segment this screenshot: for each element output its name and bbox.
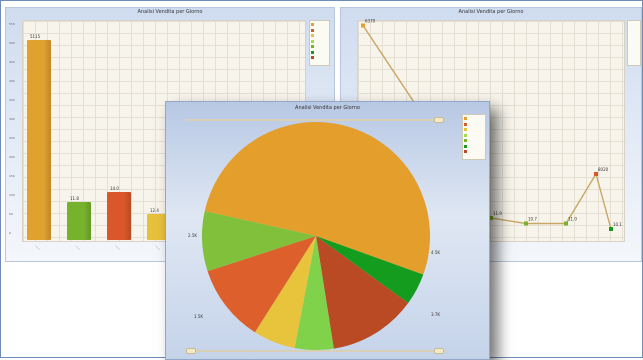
x-tick-label: —— bbox=[114, 244, 122, 252]
legend-swatch bbox=[311, 39, 314, 43]
legend-swatch bbox=[311, 50, 314, 54]
bar-value-label: 11.8 bbox=[70, 196, 79, 201]
bar-value-label: 14.0 bbox=[110, 186, 119, 191]
y-tick-label: 300 bbox=[9, 117, 15, 121]
data-point[interactable] bbox=[594, 172, 598, 176]
pie-chart bbox=[202, 121, 431, 350]
legend-swatch bbox=[311, 23, 314, 26]
pie-label-right-bottom: 3.7K bbox=[431, 312, 440, 317]
bar[interactable] bbox=[27, 40, 51, 240]
point-value-label: 10.1 bbox=[613, 222, 622, 227]
pie-label-right-mid: 4.5K bbox=[431, 250, 440, 255]
point-value-label: 11.9 bbox=[493, 211, 502, 216]
pie-label-left-top: 2.5K bbox=[188, 233, 197, 238]
y-tick-label: 150 bbox=[9, 174, 15, 178]
left-chart-title: Analisi Vendita per Giorno bbox=[137, 9, 203, 15]
y-tick-label: 500 bbox=[9, 41, 15, 45]
y-tick-label: 450 bbox=[9, 60, 15, 64]
bottom-slider-thumb-left[interactable] bbox=[186, 348, 196, 354]
bar-value-label: 5115 bbox=[30, 34, 41, 39]
legend-swatch bbox=[311, 28, 314, 32]
pie-chart-window: Analisi Vendita per Giorno 2.5K 4.5K 1.5… bbox=[165, 101, 490, 360]
y-tick-label: 250 bbox=[9, 136, 15, 140]
y-tick-label: 350 bbox=[9, 98, 15, 102]
pie-label-left-bottom: 1.5K bbox=[194, 314, 203, 319]
left-legend[interactable] bbox=[309, 20, 330, 66]
x-tick-label: —— bbox=[154, 244, 162, 252]
bottom-slider-track[interactable] bbox=[186, 350, 446, 352]
bottom-slider-thumb-right[interactable] bbox=[434, 348, 444, 354]
data-point[interactable] bbox=[524, 221, 528, 226]
x-tick-label: —— bbox=[34, 244, 42, 252]
data-point[interactable] bbox=[361, 23, 365, 28]
y-tick-label: 0 bbox=[9, 231, 11, 235]
legend-swatch bbox=[311, 34, 314, 37]
bar[interactable] bbox=[107, 192, 131, 240]
right-legend[interactable] bbox=[627, 20, 641, 66]
y-tick-label: 550 bbox=[9, 22, 15, 26]
point-value-label: 10.7 bbox=[528, 217, 537, 222]
data-point[interactable] bbox=[609, 227, 613, 231]
point-value-label: 8020 bbox=[598, 167, 609, 172]
legend-swatch bbox=[311, 45, 314, 48]
y-tick-label: 100 bbox=[9, 193, 15, 197]
point-value-label: 6370 bbox=[365, 19, 376, 24]
legend-swatch bbox=[311, 56, 314, 59]
y-tick-label: 400 bbox=[9, 79, 15, 83]
y-tick-label: 50 bbox=[9, 212, 13, 216]
x-tick-label: —— bbox=[74, 244, 82, 252]
point-value-label: 11.0 bbox=[568, 217, 577, 222]
bar[interactable] bbox=[67, 202, 91, 240]
y-tick-label: 200 bbox=[9, 155, 15, 159]
bar-value-label: 12.4 bbox=[150, 208, 159, 213]
data-point[interactable] bbox=[564, 221, 568, 226]
